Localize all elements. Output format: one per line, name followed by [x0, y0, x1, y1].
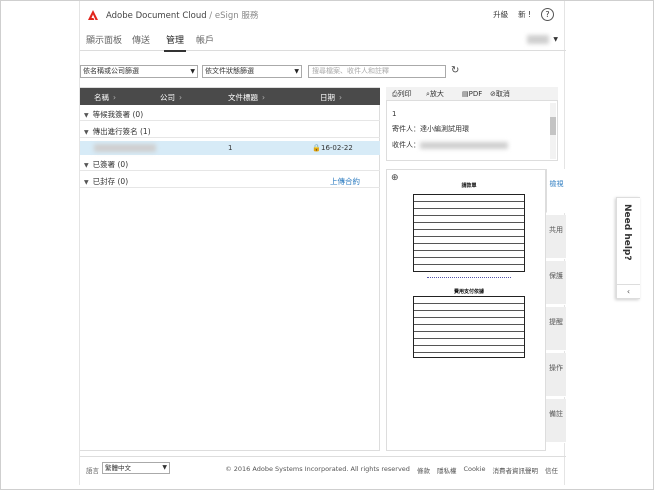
chevron-down-icon: ▼ [84, 129, 89, 136]
top-bar: Adobe Document Cloud / eSign 服務 升級 新 ! ? [80, 1, 566, 29]
tab-manage[interactable]: 管理 [163, 33, 187, 52]
table-row[interactable]: 1 🔒 16-02-22 [80, 141, 380, 155]
doc-form-table [413, 296, 525, 358]
lock-icon: 🔒 [312, 144, 321, 152]
agreements-list: 名稱 › 公司 › 文件標題 › 日期 › ▼ 等候我簽署 (0) ▼ 傳出進行簽名 (1)… [80, 87, 380, 451]
column-header[interactable]: 文件標題 › [228, 92, 265, 103]
footer-link-privacy[interactable]: 隱私權 [437, 465, 457, 475]
group-archived[interactable]: ▼ 已封存 (0) 上傳合約 [80, 175, 380, 188]
column-header[interactable]: 名稱 › [94, 92, 116, 103]
zoom-icon[interactable]: ⊕ [391, 173, 399, 183]
side-tab-share[interactable]: 共用 [546, 215, 566, 259]
upgrade-link[interactable]: 升級 [493, 9, 508, 20]
tab-account[interactable]: 帳戶 [196, 33, 214, 46]
agreement-title: 1 [392, 110, 397, 118]
chevron-down-icon: ▼ [294, 68, 299, 75]
footer-link-trust[interactable]: 信任 [545, 465, 558, 475]
refresh-icon[interactable]: ↻ [451, 65, 459, 77]
side-tab-remind[interactable]: 提醒 [546, 307, 566, 351]
group-out-for-signature[interactable]: ▼ 傳出進行簽名 (1) [80, 125, 380, 138]
doc-signature-line [427, 274, 511, 278]
side-tab-actions[interactable]: 操作 [546, 353, 566, 397]
chevron-left-icon[interactable]: ‹ [617, 284, 640, 298]
footer-link-terms[interactable]: 條款 [417, 465, 430, 475]
preview-toolbar: ⎙列印 ⌕放大 ▤PDF ⊘取消 [386, 87, 558, 101]
chevron-down-icon: ▼ [190, 68, 195, 75]
preview-side-tabs: 檢視 共用 保護 提醒 操作 備註 [546, 169, 566, 451]
footer: 語言 繁體中文 ▼ © 2016 Adobe Systems Incorporat… [80, 456, 566, 480]
row-date: 16-02-22 [321, 144, 353, 152]
main-nav: 顯示面板 傳送 管理 帳戶 ▼ [80, 29, 566, 52]
document-page-2: 費用支付依據 [409, 288, 529, 360]
recipient-line: 收件人： [392, 140, 557, 150]
print-button[interactable]: ⎙列印 [392, 87, 412, 101]
sender-line: 寄件人：達小編測試用環 [392, 125, 469, 133]
zoom-button[interactable]: ⌕放大 [426, 87, 444, 101]
help-icon[interactable]: ? [541, 8, 554, 21]
table-header: 名稱 › 公司 › 文件標題 › 日期 › [80, 88, 380, 105]
footer-link-consumer-info[interactable]: 消費者資訊聲明 [493, 465, 539, 475]
side-tab-view[interactable]: 檢視 [546, 169, 566, 213]
side-tab-protect[interactable]: 保護 [546, 261, 566, 305]
cancel-button[interactable]: ⊘取消 [490, 87, 510, 101]
preview-pane: ⎙列印 ⌕放大 ▤PDF ⊘取消 1 寄件人：達小編測試用環 收件人： ⊕ 請款… [386, 87, 566, 451]
filter-bar: 依名稱或公司篩選 ▼ 依文件狀態篩選 ▼ 搜尋檔案、收件人和註釋 ↻ [80, 65, 566, 79]
scrollbar-thumb[interactable] [550, 117, 556, 135]
tab-send[interactable]: 傳送 [132, 33, 150, 46]
need-help-tab[interactable]: Need help? ‹ [616, 197, 640, 299]
brand-title: Adobe Document Cloud / eSign 服務 [106, 11, 259, 21]
row-title: 1 [228, 144, 233, 152]
whats-new-link[interactable]: 新 ! [518, 9, 531, 20]
group-waiting-for-me[interactable]: ▼ 等候我簽署 (0) [80, 108, 380, 121]
document-preview: ⊕ 請款單 費用支付依據 [386, 169, 546, 451]
top-right-actions: 升級 新 ! ? [493, 8, 554, 21]
search-input[interactable]: 搜尋檔案、收件人和註釋 [308, 65, 446, 78]
group-signed[interactable]: ▼ 已簽署 (0) [80, 158, 380, 171]
recipient-email-redacted [420, 141, 508, 149]
pdf-button[interactable]: ▤PDF [462, 87, 482, 101]
column-header[interactable]: 公司 › [160, 92, 182, 103]
side-tab-notes[interactable]: 備註 [546, 399, 566, 443]
pdf-file-icon: ▤ [462, 90, 469, 98]
agreement-info: 1 寄件人：達小編測試用環 收件人： [386, 101, 558, 161]
need-help-label: Need help? [622, 204, 632, 261]
chevron-down-icon: ▼ [84, 179, 89, 186]
filter-name-select[interactable]: 依名稱或公司篩選 ▼ [80, 65, 198, 78]
chevron-down-icon: ▼ [162, 464, 167, 471]
chevron-down-icon: ▼ [84, 162, 89, 169]
upload-agreement-link[interactable]: 上傳合約 [330, 175, 360, 188]
filter-status-select[interactable]: 依文件狀態篩選 ▼ [202, 65, 302, 78]
recipient-redacted [94, 144, 156, 152]
info-scrollbar[interactable] [550, 103, 556, 159]
doc-title: 請款單 [461, 183, 477, 189]
chevron-down-icon: ▼ [553, 36, 558, 43]
user-name-redacted [527, 35, 550, 44]
user-menu[interactable]: ▼ [527, 35, 558, 44]
tab-dashboard[interactable]: 顯示面板 [86, 33, 122, 46]
adobe-logo-icon [88, 10, 98, 20]
footer-link-cookie[interactable]: Cookie [463, 465, 485, 475]
column-header[interactable]: 日期 › [320, 92, 342, 103]
chevron-down-icon: ▼ [84, 112, 89, 119]
app-page: Adobe Document Cloud / eSign 服務 升級 新 ! ?… [79, 1, 566, 485]
copyright-text: © 2016 Adobe Systems Incorporated. All r… [225, 465, 410, 473]
language-label: 語言 [86, 467, 99, 475]
document-page-1: 請款單 [409, 182, 529, 284]
screenshot-frame: Adobe Document Cloud / eSign 服務 升級 新 ! ?… [0, 0, 654, 490]
language-select[interactable]: 繁體中文 ▼ [102, 462, 170, 474]
doc-title: 費用支付依據 [453, 289, 484, 295]
footer-links: © 2016 Adobe Systems Incorporated. All r… [225, 465, 558, 475]
doc-form-table [413, 194, 525, 272]
